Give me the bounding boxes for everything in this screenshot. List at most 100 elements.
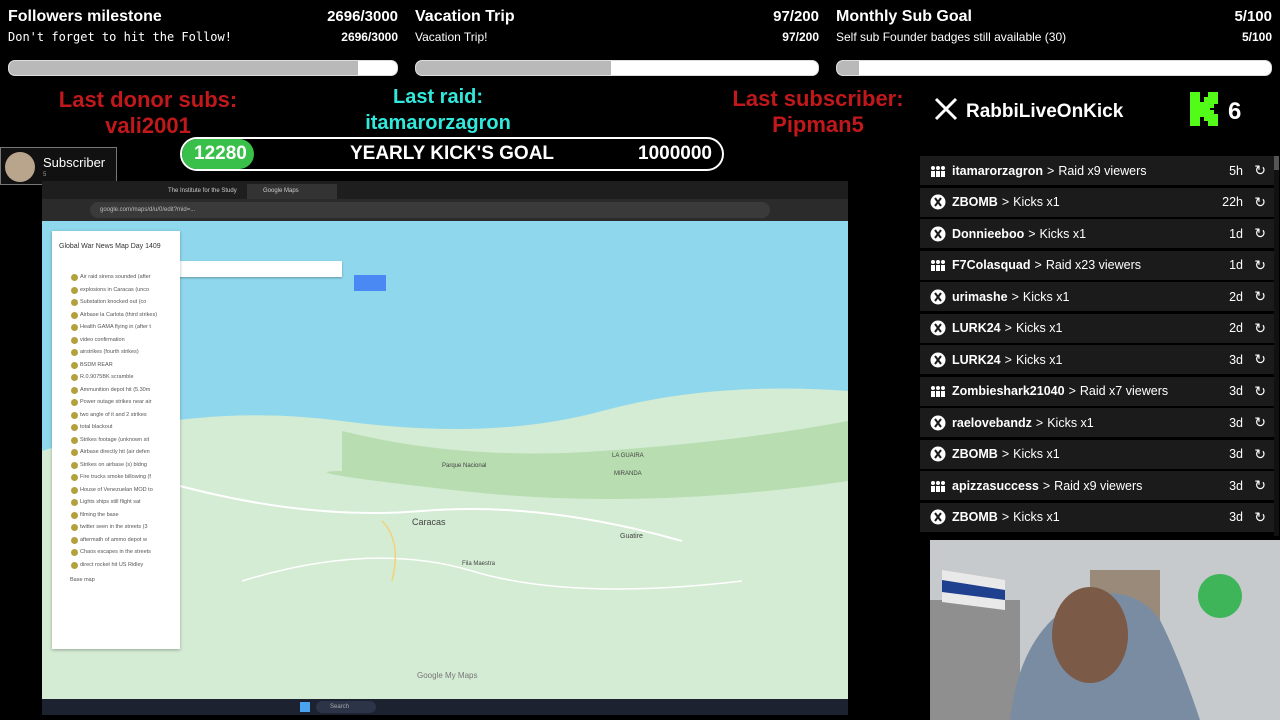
event-time: 3d <box>1229 384 1243 398</box>
raid-icon <box>930 163 946 179</box>
event-feed-scrollbar[interactable] <box>1274 156 1279 536</box>
kick-icon <box>930 415 946 431</box>
browser-tab[interactable]: The Institute for the Study <box>152 184 242 199</box>
map-label: Guatire <box>620 533 643 540</box>
goal-count-secondary: 97/200 <box>782 30 819 44</box>
layer-item[interactable]: aftermath of ammo depot w <box>52 534 180 547</box>
event-time: 3d <box>1229 352 1243 367</box>
yearly-goal-target: 1000000 <box>638 143 712 164</box>
goal-title: Monthly Sub Goal <box>836 8 972 25</box>
replay-icon[interactable]: ↻ <box>1254 194 1266 211</box>
goal-progress-bar <box>415 60 819 76</box>
arrow-icon: > <box>1035 415 1044 430</box>
layer-item[interactable]: Ammunition depot hit (5.30m <box>52 384 180 397</box>
layer-item[interactable]: airstrikes (fourth strikes) <box>52 346 180 359</box>
layer-item[interactable]: video confirmation <box>52 334 180 347</box>
url-field[interactable]: google.com/maps/d/u/0/edit?mid=... <box>90 202 770 218</box>
event-action: Kicks x1 <box>1015 352 1063 367</box>
event-action: Kicks x1 <box>1047 415 1094 430</box>
event-row: itamarorzagron > Raid x9 viewers 5h ↻ <box>920 156 1275 185</box>
replay-icon[interactable]: ↻ <box>1254 257 1266 274</box>
layer-item[interactable]: House of Venezuelan MOD to <box>52 484 180 497</box>
shared-screen: The Institute for the Study Google Maps … <box>42 181 848 715</box>
event-action: Raid x7 viewers <box>1079 384 1169 398</box>
event-time: 3d <box>1229 510 1243 524</box>
arrow-icon: > <box>1034 258 1042 272</box>
last-raid-label: Last raid: <box>392 86 484 108</box>
google-logo: Google My Maps <box>417 671 478 680</box>
event-user: ZBOMB <box>952 510 998 524</box>
arrow-icon: > <box>1028 226 1036 241</box>
kick-icon <box>930 352 946 368</box>
layer-item[interactable]: Lights ships still flight sat <box>52 496 180 509</box>
layer-item[interactable]: Health GAMA flying in (after t <box>52 321 180 334</box>
event-action: Kicks x1 <box>1013 195 1060 209</box>
layer-item[interactable]: total blackout <box>52 421 180 434</box>
goal-subtitle: Self sub Founder badges still available … <box>836 30 1067 44</box>
layer-item[interactable]: Fire trucks smoke billowing (f <box>52 471 180 484</box>
map-search-input[interactable] <box>172 261 342 277</box>
layer-item[interactable]: Airbase directly hit (air defen <box>52 446 180 459</box>
layer-item[interactable]: Strikes footage (unknown sit <box>52 434 180 447</box>
layer-item[interactable]: Airbase la Carlota (third strikes) <box>52 309 180 322</box>
replay-icon[interactable]: ↻ <box>1254 225 1266 242</box>
event-row: apizzasuccess > Raid x9 viewers 3d ↻ <box>920 471 1275 500</box>
layer-item[interactable]: twitter seen in the streets (3 <box>52 521 180 534</box>
event-action: Kicks x1 <box>1013 510 1060 524</box>
subscriber-badge: Subscriber 5 <box>0 147 117 185</box>
event-user: apizzasuccess <box>952 478 1039 493</box>
start-icon[interactable] <box>300 702 310 712</box>
arrow-icon: > <box>1001 510 1010 524</box>
layer-item[interactable]: explosions in Caracas (unco <box>52 284 180 297</box>
replay-icon[interactable]: ↻ <box>1254 477 1266 494</box>
event-feed: itamarorzagron > Raid x9 viewers 5h ↻ ZBOMB > K… <box>920 156 1275 536</box>
kick-icon <box>930 289 946 305</box>
layer-item[interactable]: two angle of it and 2 strikes <box>52 409 180 422</box>
layer-item[interactable]: R.0.9075BK scramble <box>52 371 180 384</box>
last-raid: Last raid: itamarorzagron <box>320 84 556 136</box>
arrow-icon: > <box>1011 289 1019 304</box>
event-action: Raid x9 viewers <box>1058 163 1147 178</box>
goal-monthly-sub: Monthly Sub Goal 5/100 Self sub Founder … <box>836 0 1272 80</box>
taskbar-search[interactable]: Search <box>316 701 376 713</box>
map-view[interactable]: Caracas LA GUAIRA MIRANDA Guatire Parque… <box>42 221 848 699</box>
replay-icon[interactable]: ↻ <box>1254 351 1266 368</box>
goal-followers: Followers milestone 2696/3000 Don't forg… <box>8 0 398 80</box>
webcam-image <box>930 540 1280 720</box>
last-subscriber-name: Pipman5 <box>772 112 864 137</box>
map-label: Fila Maestra <box>462 561 496 567</box>
layer-item[interactable]: Chaos escapes in the streets <box>52 546 180 559</box>
goal-count-secondary: 2696/3000 <box>341 30 398 44</box>
map-search-button[interactable] <box>354 275 386 291</box>
replay-icon[interactable]: ↻ <box>1254 288 1266 305</box>
last-donor-subs: Last donor subs: vali2001 <box>30 87 266 139</box>
event-time: 3d <box>1229 447 1243 461</box>
event-user: ZBOMB <box>952 447 998 461</box>
replay-icon[interactable]: ↻ <box>1254 383 1266 400</box>
raid-icon <box>930 478 946 494</box>
layer-item[interactable]: direct rocket hit US Ridley <box>52 559 180 572</box>
layer-item[interactable]: Strikes on airbase (s) bldng <box>52 459 180 472</box>
layer-item[interactable]: Power outage strikes near air <box>52 396 180 409</box>
replay-icon[interactable]: ↻ <box>1254 162 1266 179</box>
event-user: ZBOMB <box>952 195 998 209</box>
map-label: Parque Nacional <box>442 463 487 469</box>
x-logo-icon <box>934 97 958 127</box>
layer-item[interactable]: Air raid sirens sounded (after <box>52 271 180 284</box>
layer-item[interactable]: BSDM REAR <box>52 359 180 372</box>
layer-panel: Global War News Map Day 1409 ​ Air raid … <box>52 231 180 649</box>
base-map-label[interactable]: Base map <box>70 577 180 583</box>
layer-list: Air raid sirens sounded (after explosions… <box>52 271 180 571</box>
layer-item[interactable]: filming the base <box>52 509 180 522</box>
event-user: Donnieeboo <box>952 226 1025 241</box>
event-time: 2d <box>1229 289 1243 304</box>
layer-item[interactable]: Substation knocked out (co <box>52 296 180 309</box>
replay-icon[interactable]: ↻ <box>1254 414 1266 431</box>
replay-icon[interactable]: ↻ <box>1254 509 1266 526</box>
replay-icon[interactable]: ↻ <box>1254 446 1266 463</box>
map-title: Global War News Map Day 1409 <box>59 243 161 250</box>
replay-icon[interactable]: ↻ <box>1254 320 1266 337</box>
browser-tab[interactable]: Google Maps <box>247 184 337 199</box>
goal-count: 97/200 <box>773 8 819 25</box>
event-user: LURK24 <box>952 321 1001 335</box>
